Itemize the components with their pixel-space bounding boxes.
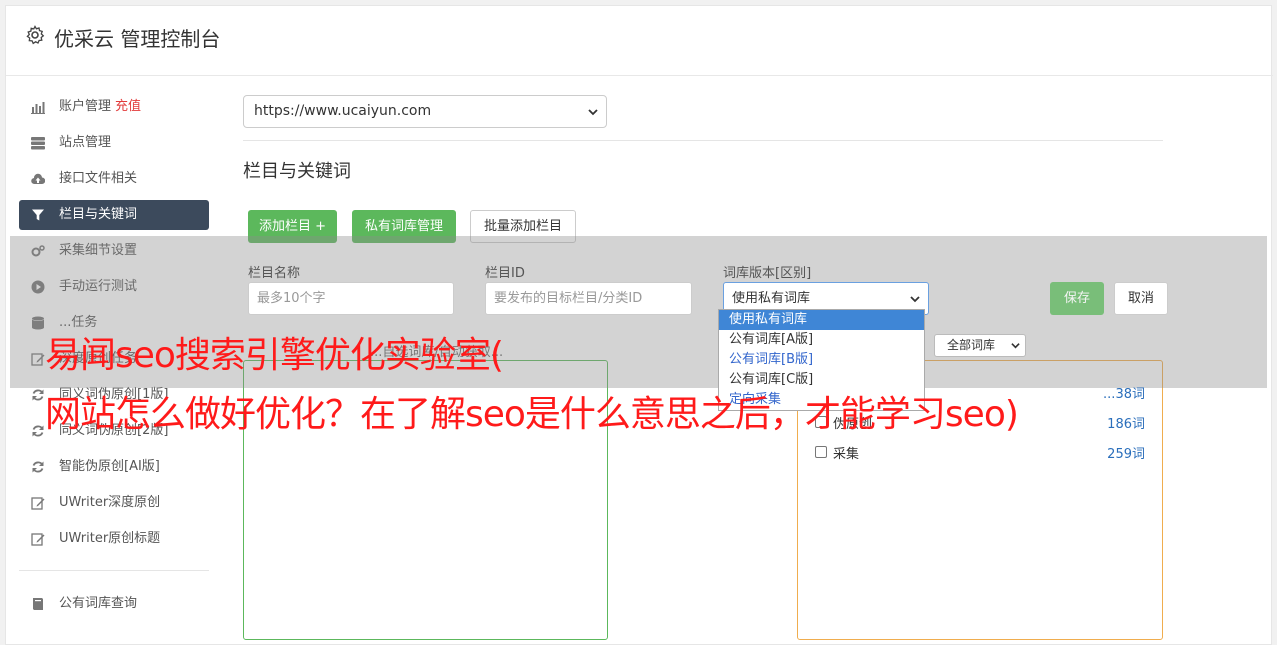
site-select-value: https://www.ucaiyun.com [254,103,432,119]
sidebar-item-label: 智能伪原创[AI版] [59,459,160,474]
library-count[interactable]: 186词 [1107,413,1145,432]
watermark-line-2: 网站怎么做好优化？在了解seo是什么意思之后，才能学习seo) [45,394,1019,435]
sidebar-item-uwriter-title[interactable]: UWriter原创标题 [19,524,209,554]
sidebar-item-label: 站点管理 [59,135,112,150]
dropdown-option[interactable]: 公有词库[B版] [719,350,924,370]
edit-icon [31,533,45,546]
sidebar-item-columns-keywords[interactable]: 栏目与关键词 [19,200,209,230]
chevron-down-icon [588,109,598,116]
sidebar-item-interface[interactable]: 接口文件相关 [19,164,209,194]
server-icon [31,137,45,150]
library-count[interactable]: 259词 [1107,443,1145,462]
bar-chart-icon [31,102,45,114]
sidebar-item-label: 公有词库查询 [59,596,138,611]
watermark-line-1: 易闻seo搜索引擎优化实验室( [45,335,504,376]
site-select[interactable]: https://www.ucaiyun.com [243,95,607,128]
column-id-label: 栏目ID [485,266,525,281]
lib-filter-select[interactable]: 全部词库 [934,334,1026,357]
dropdown-option[interactable]: 使用私有词库 [719,310,924,330]
gear-icon [26,25,45,45]
sidebar-item-uwriter-original[interactable]: UWriter深度原创 [19,488,209,518]
sidebar-item-label: UWriter深度原创 [59,495,161,510]
cloud-upload-icon [31,173,45,185]
lib-filter-value: 全部词库 [947,338,996,352]
library-row[interactable]: 采集 259词 [815,443,1145,463]
divider [243,140,1163,141]
sidebar-item-sites[interactable]: 站点管理 [19,128,209,158]
sidebar-item-label: 账户管理 [59,99,112,114]
sidebar-item-ai-rewrite[interactable]: 智能伪原创[AI版] [19,452,209,482]
sidebar-item-label: UWriter原创标题 [59,531,161,546]
refresh-icon [32,461,44,473]
edit-icon [31,497,45,510]
chevron-down-icon [910,296,920,303]
save-button[interactable]: 保存 [1050,282,1104,315]
column-id-input[interactable]: 要发布的目标栏目/分类ID [485,282,692,315]
section-title: 栏目与关键词 [243,161,351,182]
refresh-icon [32,389,44,401]
recharge-link[interactable]: 充值 [115,99,141,114]
library-checkbox[interactable] [815,446,827,458]
book-icon [33,598,43,610]
refresh-icon [32,425,44,437]
app-title: 优采云 管理控制台 [54,27,221,51]
sidebar-item-public-lib[interactable]: 公有词库查询 [19,589,209,619]
sidebar-item-label: 栏目与关键词 [59,207,138,222]
filter-icon [32,209,44,221]
lib-version-value: 使用私有词库 [732,291,811,306]
chevron-down-icon [1011,343,1020,349]
top-bar: 优采云 管理控制台 [6,6,1273,76]
sidebar-item-account[interactable]: 账户管理 充值 [19,92,209,122]
library-count[interactable]: ...38词 [1103,383,1145,402]
sidebar-item-label: 接口文件相关 [59,171,138,186]
library-name: 采集 [833,447,860,462]
column-name-input[interactable]: 最多10个字 [248,282,454,315]
column-name-label: 栏目名称 [248,266,301,281]
lib-version-label[interactable]: 词库版本[区别] [723,262,811,281]
dropdown-option[interactable]: 公有词库[A版] [719,330,924,350]
sidebar-divider [19,570,209,571]
cancel-button[interactable]: 取消 [1114,282,1168,315]
